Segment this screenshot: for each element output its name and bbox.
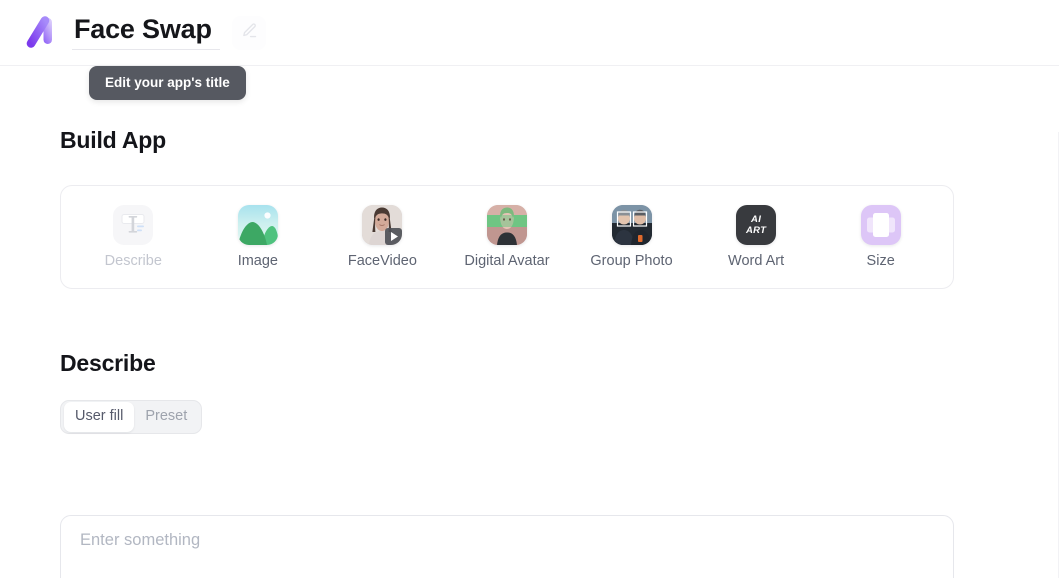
- pencil-edit-icon: [241, 22, 258, 44]
- describe-mode-toggle[interactable]: User fill Preset: [60, 400, 203, 434]
- tool-describe[interactable]: Describe: [80, 205, 186, 269]
- wordart-line-2: ART: [745, 225, 767, 237]
- segment-user-fill[interactable]: User fill: [64, 402, 135, 432]
- app-header: Face Swap: [0, 0, 1059, 66]
- app-title-group: Face Swap: [72, 15, 266, 50]
- tool-digital-avatar[interactable]: Digital Avatar: [454, 205, 560, 269]
- tool-word-art[interactable]: AI ART Word Art: [703, 205, 809, 269]
- group-photo-faces-icon: [611, 205, 652, 246]
- edit-title-button[interactable]: [232, 15, 266, 50]
- tool-facevideo[interactable]: FaceVideo: [329, 205, 435, 269]
- describe-heading: Describe: [60, 350, 156, 376]
- tool-size[interactable]: Size: [828, 205, 934, 269]
- tool-label: Describe: [104, 253, 162, 270]
- wordart-line-1: AI: [751, 214, 762, 226]
- tool-label: Size: [866, 253, 895, 270]
- build-app-heading: Build App: [60, 127, 166, 153]
- segment-preset[interactable]: Preset: [134, 402, 198, 432]
- tool-label: Group Photo: [590, 253, 673, 270]
- tool-group-photo[interactable]: Group Photo: [579, 205, 685, 269]
- tool-label: Digital Avatar: [464, 253, 550, 270]
- describe-prompt-input[interactable]: [60, 515, 954, 578]
- tool-image[interactable]: Image: [205, 205, 311, 269]
- ai-art-badge-icon: AI ART: [736, 205, 777, 246]
- tool-label: Word Art: [728, 253, 785, 270]
- build-tools-card: Describe Image FaceVideo Digital Avatar …: [60, 185, 954, 289]
- digital-avatar-icon: [486, 205, 527, 246]
- tool-label: Image: [237, 253, 278, 270]
- apyhub-a-logo-icon: [22, 14, 60, 52]
- tool-label: FaceVideo: [347, 253, 417, 270]
- landscape-photo-icon: [237, 205, 278, 246]
- face-video-play-icon: [362, 205, 403, 246]
- aspect-size-icon: [860, 205, 901, 246]
- app-title[interactable]: Face Swap: [72, 15, 220, 50]
- text-input-cursor-icon: [113, 205, 154, 246]
- edit-title-tooltip: Edit your app's title: [89, 66, 246, 100]
